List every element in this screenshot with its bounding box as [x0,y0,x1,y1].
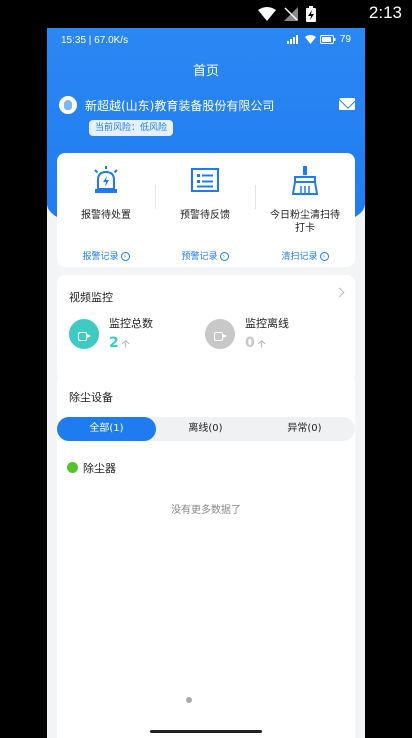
warning-record-link[interactable]: 预警记录 › [156,249,254,262]
battery-charging-icon [306,6,316,22]
warning-pending-item[interactable]: 预警待反馈 预警记录 › [156,165,254,265]
app-screen: 15:35 | 67.0K/s 79 首页 新超越(山东)教育装备股份有限公司 … [47,28,365,738]
wifi-small-icon [304,35,316,44]
warning-pending-label: 预警待反馈 [180,210,230,221]
monitor-total-label: 监控总数 [109,317,153,330]
company-name: 新超越(山东)教育装备股份有限公司 [85,99,275,113]
device-name: 除尘器 [83,462,116,475]
tab-abnormal[interactable]: 异常(0) [255,417,354,441]
no-more-data-text: 没有更多数据了 [171,505,241,516]
monitor-offline[interactable]: 监控离线 0个 [205,315,335,365]
arrow-right-icon: › [219,252,229,261]
video-monitor-title: 视频监控 [69,291,113,304]
signal-icon [286,35,298,44]
alerts-card: 报警待处置 报警记录 › 预警待反馈 预警记录 › 今日粉尘清扫待打卡 清扫记录… [57,153,355,267]
video-monitor-card[interactable]: 视频监控 监控总数 2个 监控离线 0个 [57,275,355,381]
tab-offline[interactable]: 离线(0) [156,417,255,441]
monitor-offline-label: 监控离线 [245,317,289,330]
monitor-total[interactable]: 监控总数 2个 [69,315,199,365]
battery-icon [319,35,336,44]
avatar[interactable] [59,96,77,114]
tab-all[interactable]: 全部(1) [57,417,156,441]
company-row: 新超越(山东)教育装备股份有限公司 [59,96,355,116]
report-icon [191,168,219,192]
alarm-pending-label: 报警待处置 [81,210,131,221]
phone-status-bar: 15:35 | 67.0K/s 79 [47,28,365,52]
chevron-right-icon[interactable] [334,287,345,298]
online-status-dot [67,462,78,473]
wifi-icon [258,7,276,21]
dust-filter-tabs: 全部(1) 离线(0) 异常(0) [57,417,355,441]
no-signal-icon [284,7,298,21]
arrow-right-icon: › [120,252,130,261]
device-clock: 2:13 [368,3,402,22]
broom-icon [291,166,319,195]
device-status-bar: 2:13 [0,0,412,28]
battery-level: 79 [339,34,351,45]
alarm-record-link[interactable]: 报警记录 › [57,249,155,262]
home-indicator[interactable] [150,730,262,733]
monitor-total-value: 2个 [109,335,130,351]
risk-badge: 当前风险：低风险 [89,120,174,136]
clean-record-link[interactable]: 清扫记录 › [256,249,354,262]
monitor-offline-value: 0个 [245,335,266,351]
dust-clean-item[interactable]: 今日粉尘清扫待打卡 清扫记录 › [256,165,354,265]
alarm-pending-item[interactable]: 报警待处置 报警记录 › [57,165,155,265]
arrow-right-icon: › [319,252,329,261]
dust-device-title: 除尘设备 [69,391,113,404]
dust-device-card: 除尘设备 全部(1) 离线(0) 异常(0) 除尘器 没有更多数据了 [57,373,355,738]
page-indicator [186,697,192,703]
page-title: 首页 [192,64,219,79]
status-time-speed: 15:35 | 67.0K/s [61,35,129,46]
camera-total-icon [69,319,99,349]
mail-icon[interactable] [339,98,355,110]
alarm-light-icon [94,166,118,193]
dust-clean-label: 今日粉尘清扫待打卡 [270,210,340,234]
camera-offline-icon [205,319,235,349]
